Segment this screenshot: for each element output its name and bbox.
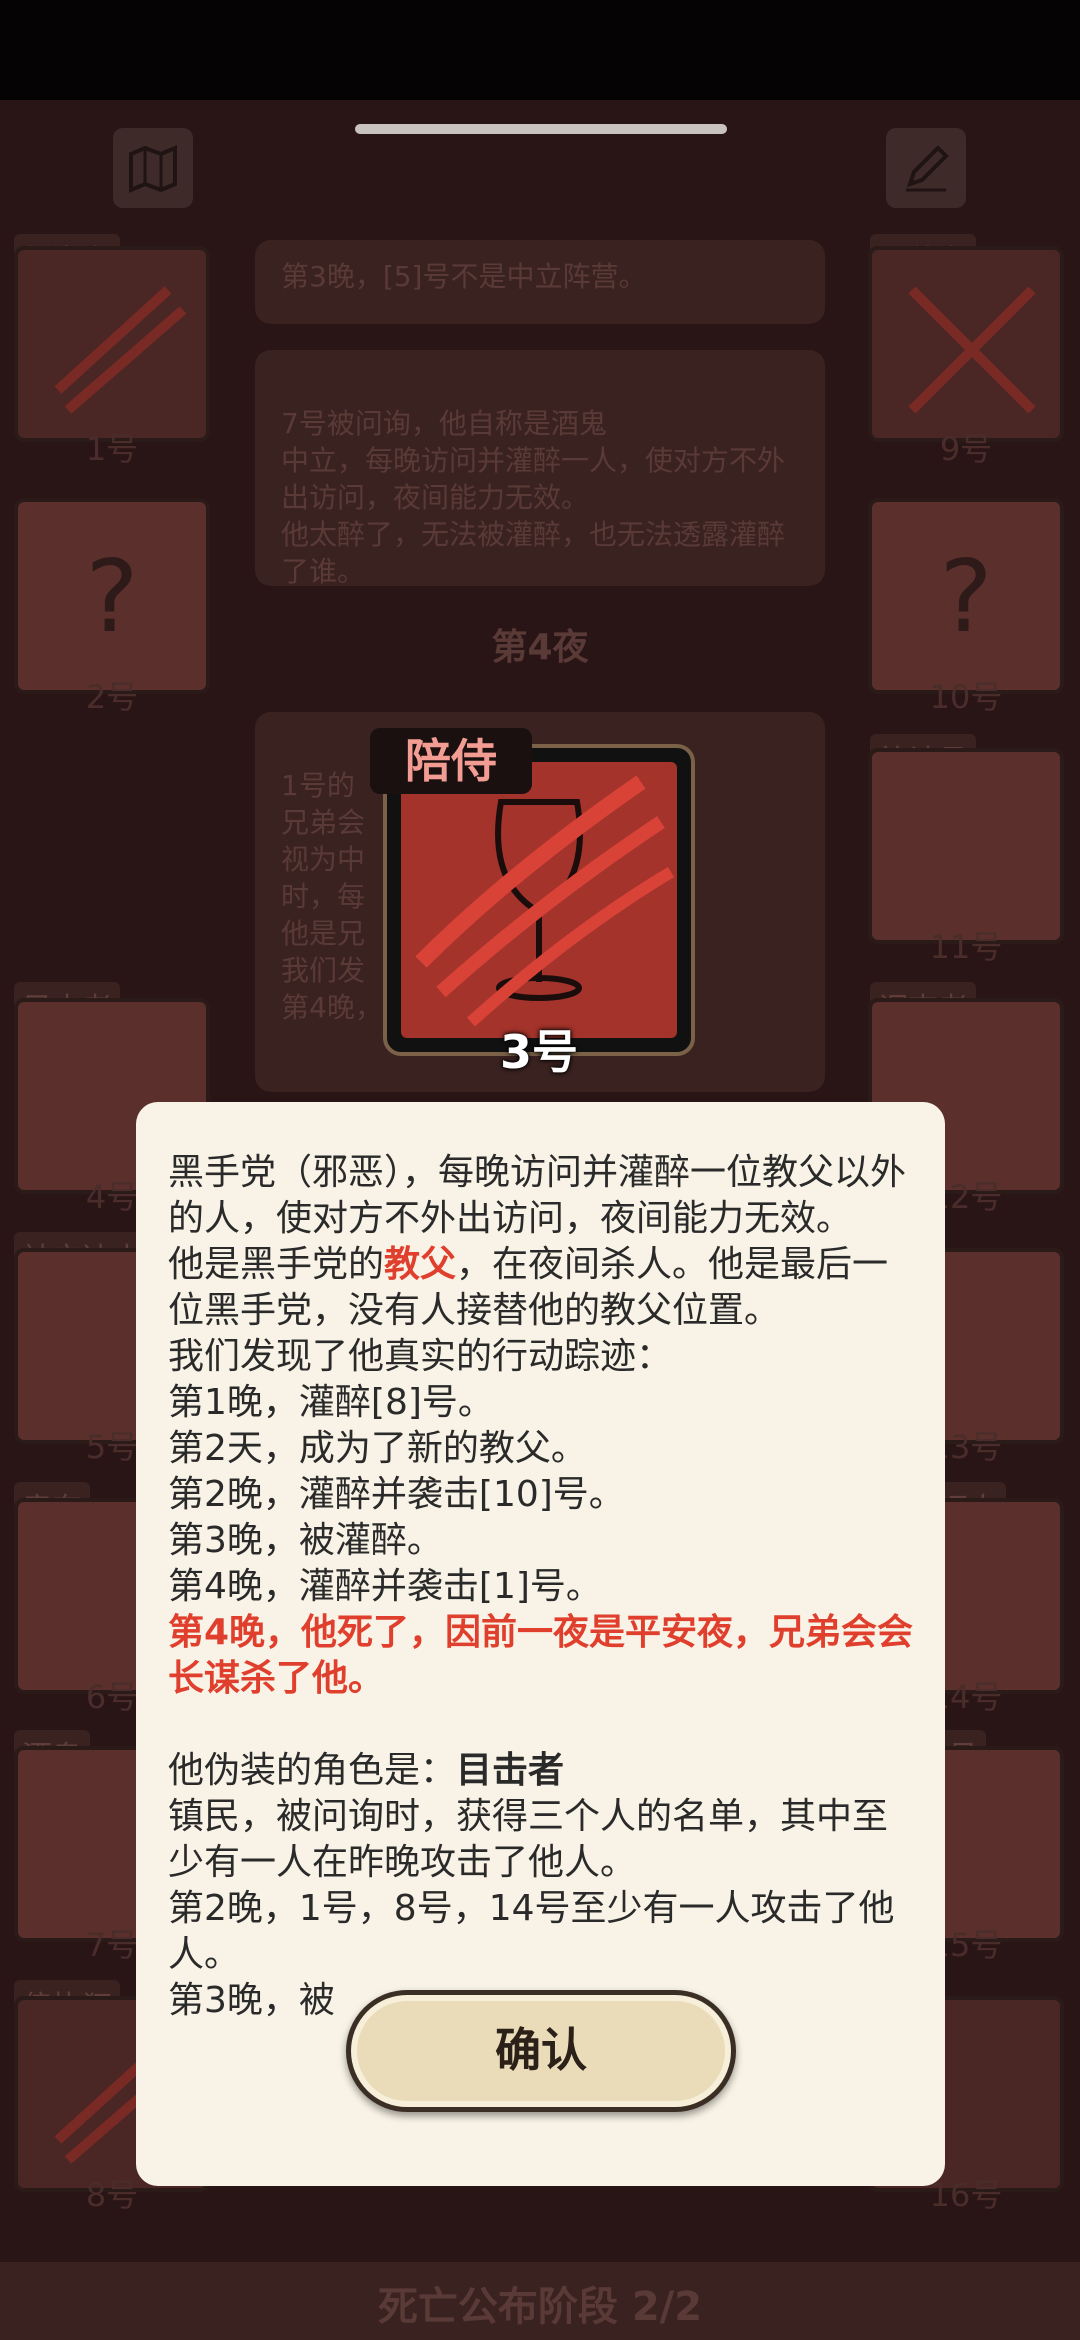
phase-label: 死亡公布阶段 2/2 bbox=[377, 2284, 703, 2330]
log-entry: 7号被问询，他自称是酒鬼 中立，每晚访问并灌醉一人，使对方不外出访问，夜间能力无… bbox=[255, 350, 825, 588]
role-description: 黑手党（邪恶），每晚访问并灌醉一位教父以外的人，使对方不外出访问，夜间能力无效。 bbox=[168, 1152, 907, 1239]
disguise-label: 他伪装的角色是： bbox=[168, 1750, 457, 1791]
trace-line: 第1晚，灌醉[8]号。 bbox=[168, 1382, 494, 1423]
player-card-1[interactable] bbox=[14, 246, 210, 442]
trace-line: 第4晚，灌醉并袭击[1]号。 bbox=[168, 1566, 602, 1607]
disguise-line: 他伪装的角色是：目击者 bbox=[168, 1748, 923, 1794]
unknown-user-icon: ? bbox=[939, 538, 993, 655]
disguise-result: 第2晚，1号，8号，14号至少有一人攻击了他人。 bbox=[168, 1888, 895, 1975]
player-number: 9号 bbox=[939, 430, 993, 468]
highlight-godfather: 教父 bbox=[384, 1244, 457, 1285]
role-badge: 陪侍 bbox=[370, 728, 532, 794]
disguise-role: 目击者 bbox=[456, 1750, 565, 1791]
unknown-user-icon: ? bbox=[85, 538, 139, 655]
wine-glass-icon bbox=[401, 762, 677, 1038]
player-number: 1号 bbox=[85, 430, 139, 468]
log-text: 1号的 兄弟会 视为中 时，每 他是兄 我们发 第4晚， bbox=[281, 769, 383, 1024]
log-text: 第3晚，[5]号不是中立阵营。 bbox=[281, 260, 647, 293]
night-label: 第4夜 bbox=[491, 627, 589, 668]
pencil-icon[interactable] bbox=[886, 128, 966, 208]
player-number: 10号 bbox=[929, 678, 1003, 716]
confirm-button[interactable]: 确认 bbox=[346, 1990, 736, 2112]
map-icon[interactable] bbox=[113, 128, 193, 208]
disguise-description: 镇民，被问询时，获得三个人的名单，其中至少有一人在昨晚攻击了他人。 bbox=[168, 1796, 889, 1883]
player-card-11[interactable] bbox=[868, 748, 1064, 944]
dialog-body: 黑手党（邪恶），每晚访问并灌醉一位教父以外的人，使对方不外出访问，夜间能力无效。… bbox=[168, 1150, 923, 2024]
player-card-10[interactable]: ? bbox=[868, 498, 1064, 694]
trace-line: 第2天，成为了新的教父。 bbox=[168, 1428, 587, 1469]
status-bar bbox=[0, 0, 1080, 100]
featured-player-number: 3号 bbox=[499, 1025, 578, 1079]
log-text: 7号被问询，他自称是酒鬼 中立，每晚访问并灌醉一人，使对方不外出访问，夜间能力无… bbox=[281, 407, 786, 588]
trace-line: 第2晚，灌醉并袭击[10]号。 bbox=[168, 1474, 625, 1515]
trace-line: 第3晚，被灌醉。 bbox=[168, 1520, 443, 1561]
godfather-note: 他是黑手党的教父，在夜间杀人。他是最后一位黑手党，没有人接替他的教父位置。 bbox=[168, 1242, 923, 1334]
player-card-2[interactable]: ? bbox=[14, 498, 210, 694]
player-card-9[interactable] bbox=[868, 246, 1064, 442]
log-entry: 第3晚，[5]号不是中立阵营。 bbox=[255, 240, 825, 324]
player-number: 2号 bbox=[85, 678, 139, 716]
text: 他是黑手党的 bbox=[168, 1244, 385, 1285]
player-number: 11号 bbox=[929, 928, 1003, 966]
trace-heading: 我们发现了他真实的行动踪迹： bbox=[168, 1336, 673, 1377]
death-note: 第4晚，他死了，因前一夜是平安夜，兄弟会会长谋杀了他。 bbox=[168, 1612, 914, 1699]
drag-handle[interactable] bbox=[355, 124, 727, 134]
